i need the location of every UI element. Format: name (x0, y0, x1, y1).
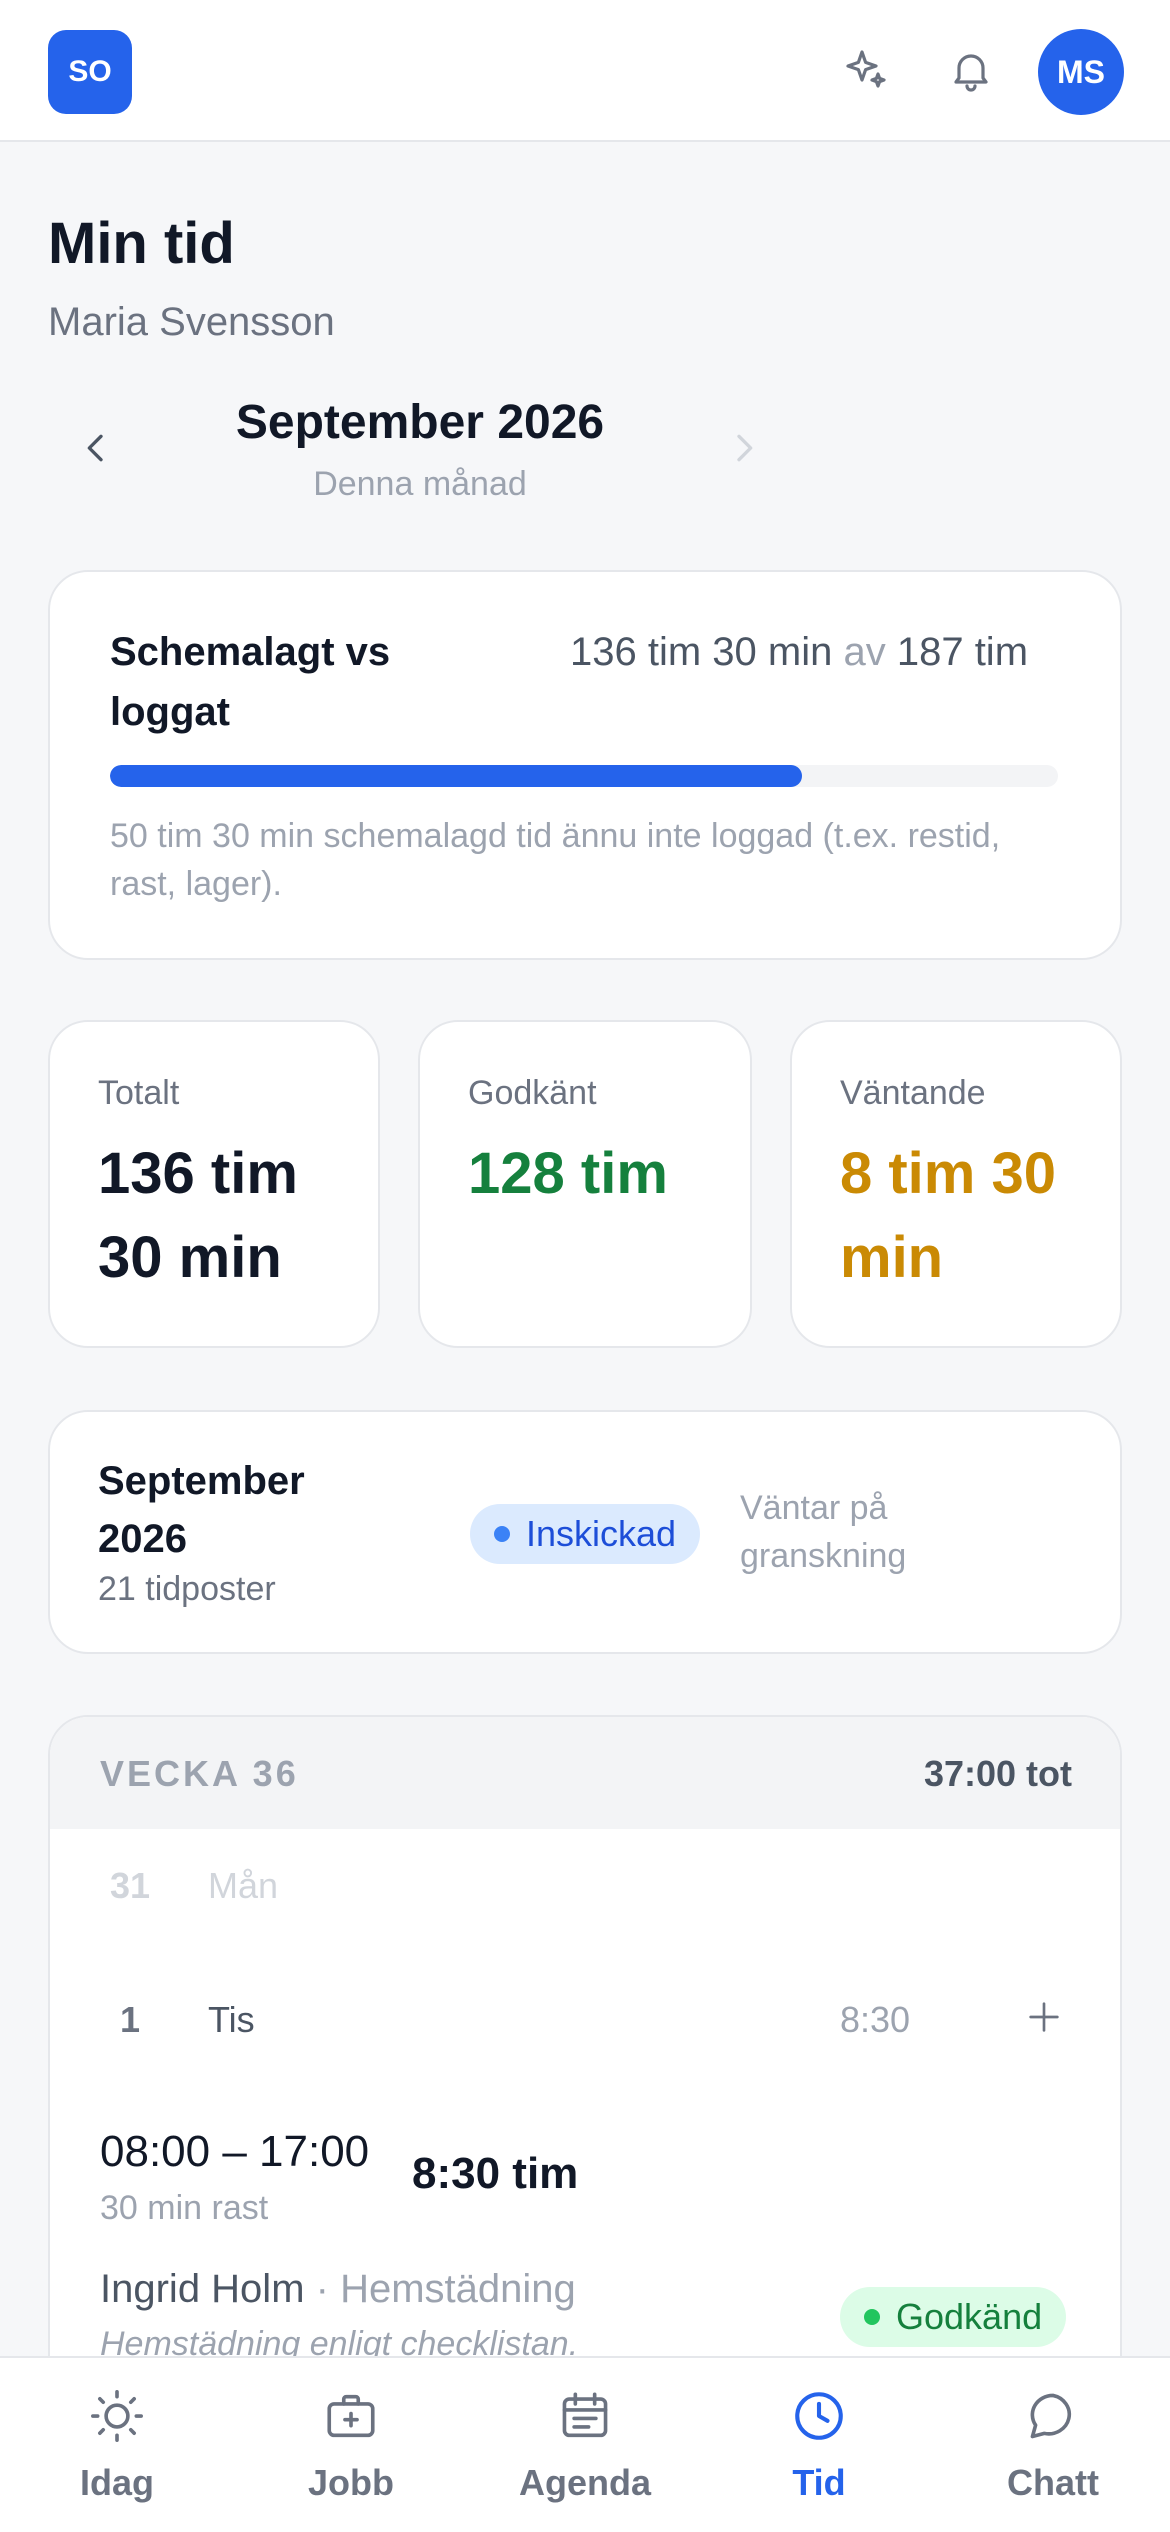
day-name: Tis (208, 1999, 255, 2040)
stat-value: 8 tim 30 min (840, 1141, 1056, 1290)
sun-icon (85, 2384, 149, 2448)
entry-time: 08:00 – 17:00 (100, 2127, 370, 2176)
tab-label: Tid (792, 2462, 846, 2503)
bottom-nav: Idag Jobb Agenda Tid Chatt (0, 2356, 1170, 2532)
logged-hours: 136 tim 30 min (570, 630, 833, 674)
sparkle-icon[interactable] (836, 40, 896, 100)
tab-tid[interactable]: Tid (702, 2358, 936, 2532)
page-title: Min tid (48, 211, 235, 276)
stat-value: 128 tim (468, 1141, 668, 1206)
period-status: Väntar på granskning (740, 1489, 907, 1575)
badge-label: Godkänd (896, 2296, 1043, 2337)
client-name: Ingrid Holm (100, 2267, 305, 2311)
month-title: September 2026 (235, 396, 605, 449)
user-name: Maria Svensson (48, 300, 335, 344)
tab-label: Idag (79, 2462, 154, 2503)
day-number: 1 (119, 1999, 141, 2040)
period-entries: 21 tidposter (98, 1570, 276, 1608)
tab-jobb[interactable]: Jobb (234, 2358, 468, 2532)
stat-label: Godkänt (468, 1074, 597, 1112)
tab-chatt[interactable]: Chatt (936, 2358, 1170, 2532)
day-hours: 8:30 (840, 1999, 911, 2040)
stat-label: Totalt (98, 1074, 180, 1112)
stat-card-pending: Väntande 8 tim 30 min (790, 1020, 1122, 1348)
previous-month-button[interactable] (66, 418, 126, 478)
stat-value: 136 tim 30 min (98, 1141, 298, 1290)
chevron-left-icon (87, 434, 103, 462)
calendar-icon (553, 2384, 617, 2448)
tab-label: Jobb (308, 2462, 394, 2503)
period-card[interactable]: September 2026 21 tidposter Inskickad Vä… (48, 1410, 1122, 1654)
month-subtitle: Denna månad (313, 465, 527, 503)
stat-card-approved: Godkänt 128 tim (418, 1020, 752, 1348)
scheduled-label: Schemalagt vs loggat (110, 630, 391, 734)
next-month-button[interactable] (714, 418, 774, 478)
stat-card-total: Totalt 136 tim 30 min (48, 1020, 380, 1348)
briefcase-icon (319, 2384, 383, 2448)
tab-label: Chatt (1007, 2462, 1099, 2503)
progress-fill (110, 765, 803, 787)
chevron-right-icon (737, 434, 753, 462)
top-bar: SO MS (0, 0, 1170, 142)
week-header: VECKA 36 37:00 tot (50, 1717, 1120, 1829)
separator: · (304, 2267, 341, 2311)
badge-label: Inskickad (526, 1513, 677, 1554)
week-label: VECKA 36 (100, 1753, 299, 1794)
entry-client: Ingrid Holm · Hemstädning (100, 2267, 576, 2312)
status-dot (494, 1526, 510, 1542)
status-dot (864, 2309, 880, 2325)
bell-icon[interactable] (941, 40, 1001, 100)
entry-break: 30 min rast (100, 2189, 269, 2227)
approved-badge: Godkänd (840, 2287, 1067, 2347)
tab-label: Agenda (518, 2462, 651, 2503)
submitted-badge: Inskickad (470, 1504, 701, 1564)
tab-idag[interactable]: Idag (0, 2358, 234, 2532)
scheduled-hours: 187 tim (896, 630, 1029, 674)
app-logo[interactable]: SO (48, 30, 132, 114)
entry-duration: 8:30 tim (412, 2149, 579, 2198)
chat-icon (1021, 2384, 1085, 2448)
scheduled-value: 136 tim 30 min av 187 tim (570, 622, 1050, 682)
week-total: 37:00 tot (923, 1753, 1072, 1794)
service-name: Hemstädning (340, 2267, 576, 2311)
clock-icon (787, 2384, 851, 2448)
avatar[interactable]: MS (1038, 29, 1124, 115)
scheduled-card: Schemalagt vs loggat 136 tim 30 min av 1… (48, 570, 1122, 960)
period-title: September 2026 (98, 1459, 305, 1561)
progress-bar (110, 765, 1058, 787)
tab-agenda[interactable]: Agenda (468, 2358, 702, 2532)
stat-label: Väntande (840, 1074, 986, 1112)
of-word: av (843, 630, 886, 674)
scheduled-note: 50 tim 30 min schemalagd tid ännu inte l… (110, 817, 1001, 903)
day-name: Mån (208, 1865, 279, 1906)
day-number: 31 (109, 1865, 151, 1906)
add-entry-button[interactable] (1014, 1987, 1074, 2047)
plus-icon (1029, 2002, 1059, 2032)
